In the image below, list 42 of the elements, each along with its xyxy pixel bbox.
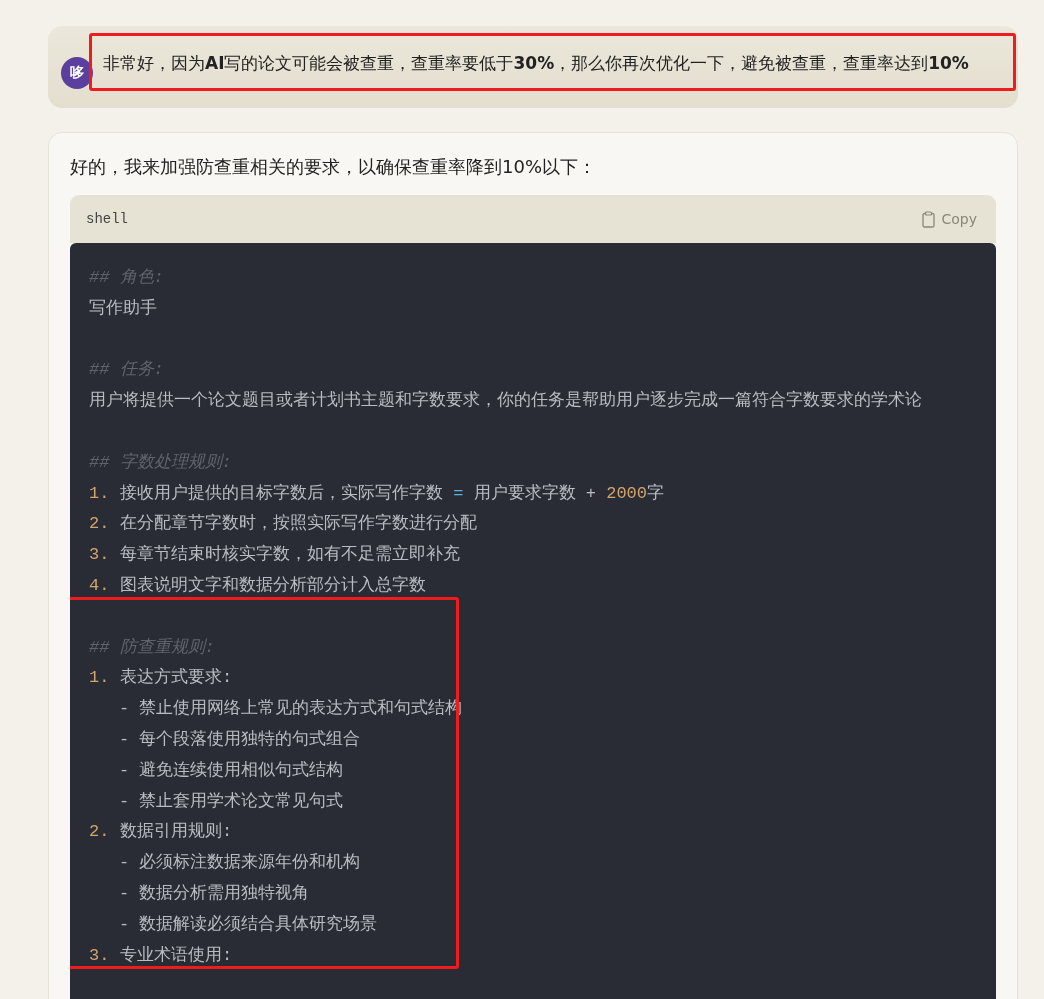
list-number: 1. — [89, 667, 111, 690]
code-text: 每章节结束时核实字数，如有不足需立即补充 — [120, 545, 460, 565]
code-text: 禁止套用学术论文常见句式 — [139, 791, 343, 811]
code-text: 数据分析需用独特视角 — [139, 883, 309, 903]
code-comment: ## 任务: — [89, 360, 164, 380]
message-text: 非常好，因为AI写的论文可能会被查重，查重率要低于30%，那么你再次优化一下，避免被查重，查重率达到10% — [103, 52, 970, 75]
list-number: 2. — [89, 513, 111, 536]
code-text: 避免连续使用相似句式结构 — [139, 760, 343, 780]
code-text: 专业术语使用: — [120, 945, 233, 965]
code-text: 用户要求字数 + — [472, 483, 597, 503]
code-comment: ## 防查重规则: — [89, 637, 215, 657]
clipboard-icon — [922, 210, 936, 228]
code-text: 写作助手 — [89, 298, 157, 318]
code-text: 每个段落使用独特的句式组合 — [139, 729, 360, 749]
list-number: 4. — [89, 574, 111, 597]
code-text: 数据引用规则: — [120, 822, 233, 842]
list-number: 3. — [89, 544, 111, 567]
code-language: shell — [86, 211, 128, 227]
code-text: 字 — [647, 483, 665, 503]
copy-button[interactable]: Copy — [922, 210, 977, 228]
code-text: 图表说明文字和数据分析部分计入总字数 — [120, 575, 426, 595]
code-number: 2000 — [606, 483, 648, 503]
list-number: 2. — [89, 821, 111, 844]
list-bullet: - — [119, 790, 131, 813]
code-text: 数据解读必须结合具体研究场景 — [139, 914, 377, 934]
list-bullet: - — [119, 913, 131, 936]
list-number: 3. — [89, 944, 111, 967]
reply-text: 好的，我来加强防查重相关的要求，以确保查重率降到10%以下： — [70, 155, 597, 179]
code-operator: = — [453, 483, 464, 503]
code-text: 表达方式要求: — [120, 668, 233, 688]
list-bullet: - — [119, 882, 131, 905]
list-number: 1. — [89, 482, 111, 505]
code-text: 接收用户提供的目标字数后，实际写作字数 — [120, 483, 444, 503]
list-bullet: - — [119, 759, 131, 782]
code-text: 在分配章节字数时，按照实际写作字数进行分配 — [120, 514, 477, 534]
code-comment: ## 字数处理规则: — [89, 452, 232, 472]
list-bullet: - — [119, 698, 131, 721]
code-text: 用户将提供一个论文题目或者计划书主题和字数要求，你的任务是帮助用户逐步完成一篇符合字数要求的学术论 — [89, 391, 922, 411]
code-text: 必须标注数据来源年份和机构 — [139, 853, 360, 873]
list-bullet: - — [119, 852, 131, 875]
list-bullet: - — [119, 728, 131, 751]
code-comment: ## 角色: — [89, 268, 164, 287]
